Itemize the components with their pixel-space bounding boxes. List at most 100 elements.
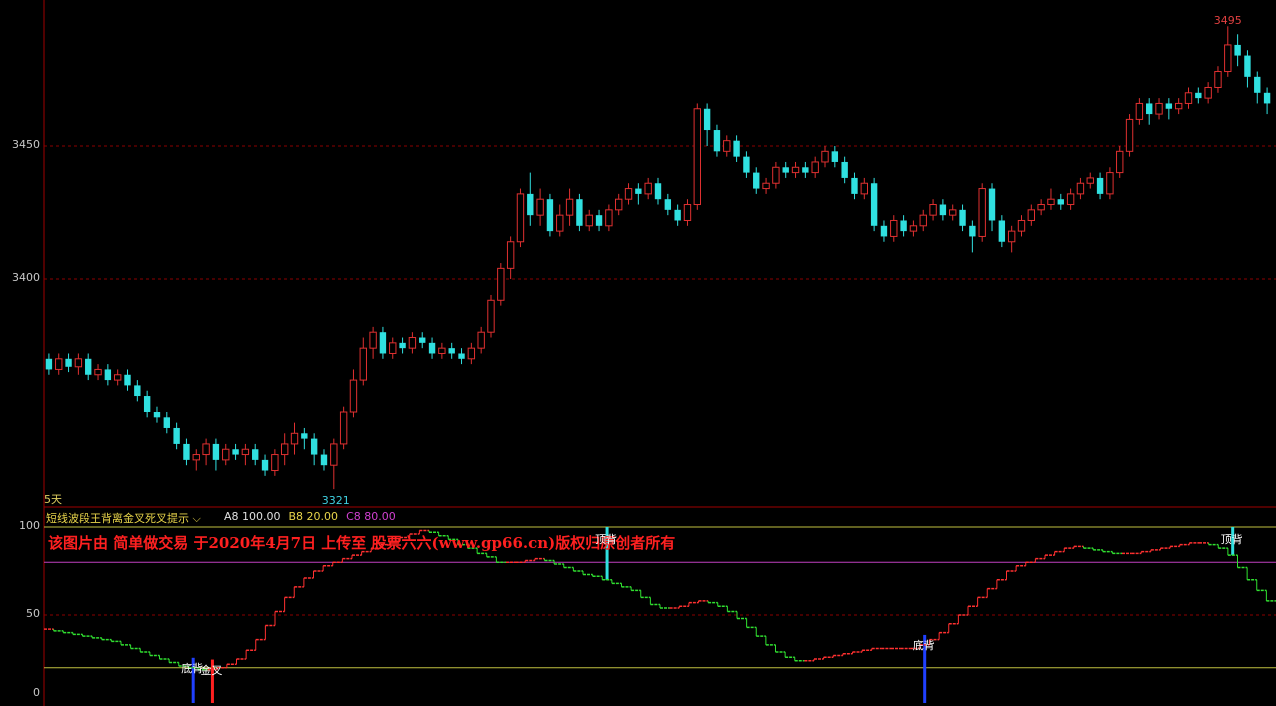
candle-body — [1146, 103, 1153, 115]
candle-body — [1007, 230, 1016, 243]
candle — [978, 183, 986, 242]
candle — [821, 146, 829, 168]
candle — [860, 177, 868, 200]
candle-body — [802, 167, 809, 173]
candle-body — [1174, 102, 1183, 110]
candle — [369, 326, 377, 359]
candle-body — [791, 166, 800, 174]
candle-body — [1263, 92, 1271, 104]
candle — [909, 220, 918, 237]
candle — [1184, 87, 1193, 109]
candle — [782, 161, 789, 178]
candle-body — [1086, 177, 1094, 184]
candle-body — [408, 337, 417, 349]
candle-body — [624, 188, 633, 200]
candle-body — [939, 204, 947, 216]
candle — [1165, 98, 1173, 120]
candle — [183, 438, 190, 466]
candle-body — [104, 369, 112, 381]
candle — [1096, 172, 1104, 200]
candle — [624, 183, 633, 205]
candle-body — [1017, 219, 1026, 232]
candle — [280, 433, 289, 466]
candle-body — [664, 199, 672, 210]
period-label[interactable]: 5天 — [44, 491, 62, 507]
candle — [55, 353, 63, 375]
candle-body — [94, 368, 102, 376]
candle-body — [556, 214, 564, 232]
candle-body — [674, 209, 681, 221]
candle-body — [851, 177, 858, 194]
candle-body — [969, 225, 976, 237]
candle-body — [860, 182, 868, 195]
candle-body — [359, 347, 367, 381]
candle — [1234, 34, 1241, 67]
chevron-down-icon[interactable]: ⌵ — [193, 512, 201, 525]
osc-tick-label: 0 — [33, 686, 40, 699]
indicator-title[interactable]: 短线波段王背离金叉死叉提示 ⌵ — [46, 510, 201, 526]
candle — [497, 263, 505, 306]
candle — [939, 199, 947, 221]
candle-body — [1254, 76, 1261, 93]
candle — [1174, 98, 1183, 115]
candle-body — [919, 214, 927, 227]
candle — [1224, 26, 1232, 77]
candle — [45, 353, 53, 375]
candle — [919, 209, 927, 232]
candle — [870, 177, 878, 232]
candle-body — [536, 198, 544, 216]
candle — [487, 294, 495, 338]
candle — [556, 204, 564, 237]
candle — [163, 412, 170, 434]
candle-body — [399, 342, 406, 349]
candle — [349, 369, 358, 418]
candle — [477, 326, 485, 354]
candle-body — [900, 220, 907, 232]
candle — [1017, 215, 1026, 237]
candle — [1106, 167, 1114, 200]
candle-body — [743, 156, 750, 173]
candle-body — [506, 241, 515, 269]
chart-frame — [43, 0, 1276, 706]
candle — [1076, 177, 1085, 200]
candle — [998, 215, 1006, 248]
candle-body — [1214, 71, 1222, 88]
candle — [104, 364, 112, 386]
candle — [683, 199, 692, 226]
candle-body — [595, 215, 603, 226]
candle-body — [153, 412, 161, 418]
candle — [301, 427, 308, 450]
candle-body — [85, 358, 92, 375]
candle-body — [1037, 204, 1045, 211]
candle-body — [1195, 92, 1202, 99]
candle — [85, 353, 92, 381]
osc-tick-label: 100 — [19, 519, 40, 532]
candle — [310, 433, 318, 466]
signal-label: 底背 — [912, 638, 935, 652]
candle — [1146, 98, 1153, 125]
candle — [516, 188, 525, 248]
candle — [1037, 199, 1045, 216]
candle — [1263, 87, 1271, 115]
candle-body — [909, 225, 918, 232]
candle — [438, 342, 446, 359]
indicator-name[interactable]: 短线波段王背离金叉死叉提示 — [46, 512, 189, 525]
candle-body — [369, 331, 377, 349]
candle — [241, 443, 250, 466]
candle — [772, 161, 780, 189]
candle-body — [949, 209, 957, 216]
candle-body — [870, 183, 878, 226]
candle-body — [880, 225, 888, 237]
candle — [458, 348, 465, 365]
candle — [674, 204, 681, 226]
candle-body — [458, 353, 465, 359]
candle — [1125, 114, 1134, 157]
candle — [880, 220, 888, 242]
candle — [1204, 82, 1212, 104]
candle — [890, 215, 898, 242]
candle-body — [1234, 44, 1241, 56]
main-grid — [44, 145, 1276, 280]
candle — [851, 172, 858, 200]
candle-body — [134, 385, 141, 397]
candle-body — [753, 172, 760, 189]
